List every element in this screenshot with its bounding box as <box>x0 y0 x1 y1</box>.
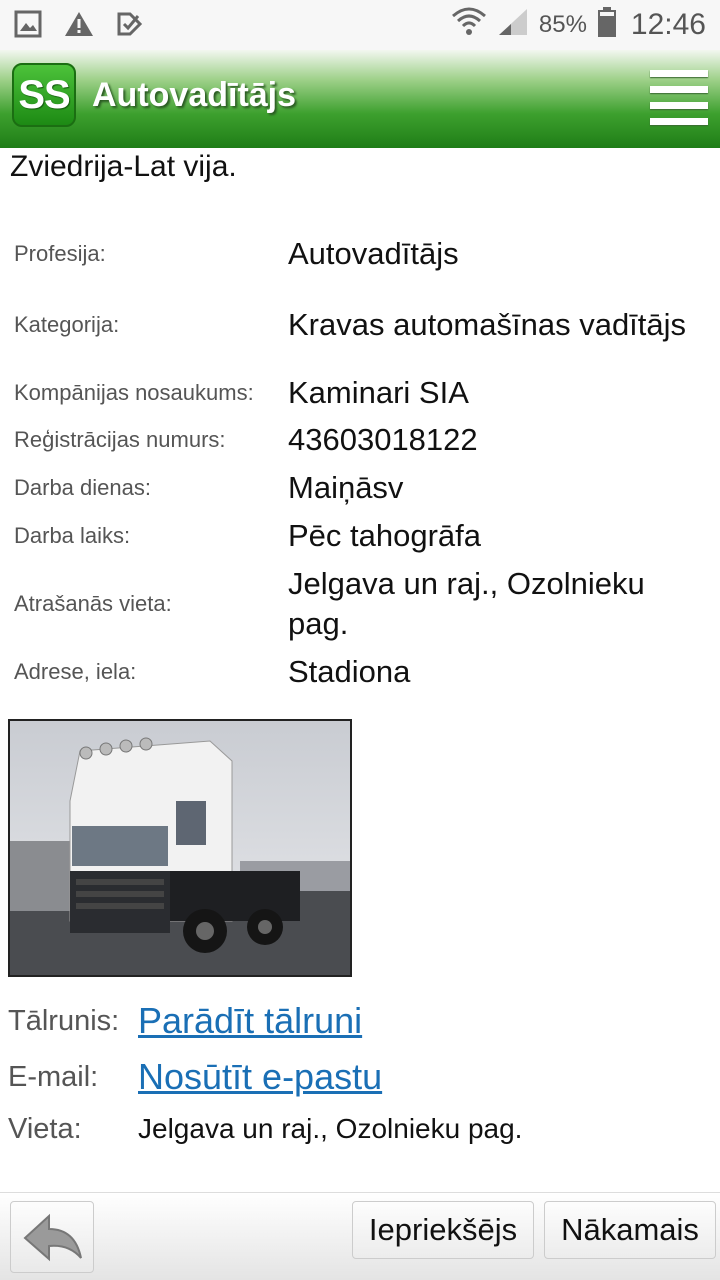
detail-value: 43603018122 <box>288 422 478 457</box>
battery-icon <box>597 6 617 43</box>
detail-row-registration: Reģistrācijas numurs: 43603018122 <box>0 416 720 464</box>
detail-label: Atrašanās vieta: <box>14 591 172 616</box>
task-check-icon <box>116 10 144 43</box>
detail-value: Kaminari SIA <box>288 375 469 410</box>
send-email-link[interactable]: Nosūtīt e-pastu <box>138 1056 382 1098</box>
detail-value: Kravas automašīnas vadītājs <box>288 307 687 342</box>
detail-label: Profesija: <box>14 241 106 266</box>
detail-row-address: Adrese, iela: Stadiona <box>0 648 720 696</box>
details-table: Profesija: Autovadītājs Kategorija: Krav… <box>0 228 720 696</box>
back-button[interactable] <box>10 1201 94 1273</box>
detail-row-location: Atrašanās vieta: Jelgava un raj., Ozolni… <box>0 560 720 648</box>
detail-row-worktime: Darba laiks: Pēc tahogrāfa <box>0 512 720 560</box>
back-arrow-icon <box>11 1213 93 1276</box>
detail-value: Pēc tahogrāfa <box>288 518 482 553</box>
email-label: E-mail: <box>8 1060 99 1093</box>
place-value: Jelgava un raj., Ozolnieku pag. <box>138 1113 523 1144</box>
app-bar: SS Autovadītājs <box>0 50 720 148</box>
app-logo[interactable]: SS <box>12 63 76 127</box>
detail-label: Kategorija: <box>14 312 120 337</box>
next-button[interactable]: Nākamais <box>544 1201 716 1259</box>
phone-row: Tālrunis: Parādīt tālruni <box>8 998 720 1044</box>
route-heading: Zviedrija-Lat vija. <box>10 150 237 183</box>
battery-percent: 85% <box>538 10 587 38</box>
place-label: Vieta: <box>8 1112 82 1145</box>
signal-icon <box>497 7 529 42</box>
wifi-icon <box>451 6 487 43</box>
detail-value: Autovadītājs <box>288 236 459 271</box>
clock: 12:46 <box>630 7 706 41</box>
previous-button[interactable]: Iepriekšējs <box>352 1201 534 1259</box>
warning-icon <box>64 10 94 43</box>
detail-value: Maiņāsv <box>288 470 404 505</box>
place-row: Vieta: Jelgava un raj., Ozolnieku pag. <box>8 1108 720 1150</box>
page-title: Autovadītājs <box>92 76 297 114</box>
detail-row-workdays: Darba dienas: Maiņāsv <box>0 464 720 512</box>
phone-label: Tālrunis: <box>8 1004 120 1037</box>
detail-row-profession: Profesija: Autovadītājs <box>0 228 720 280</box>
detail-value: Jelgava un raj., Ozolnieku pag. <box>288 566 645 641</box>
gallery-icon <box>14 10 42 43</box>
detail-row-category: Kategorija: Kravas automašīnas vadītājs <box>0 280 720 370</box>
detail-value: Stadiona <box>288 654 411 689</box>
status-bar: 85% 12:46 <box>0 0 720 50</box>
detail-label: Kompānijas nosaukums: <box>14 380 254 405</box>
show-phone-link[interactable]: Parādīt tālruni <box>138 1000 362 1042</box>
email-row: E-mail: Nosūtīt e-pastu <box>8 1054 720 1100</box>
bottom-nav-bar: Iepriekšējs Nākamais <box>0 1192 720 1280</box>
truck-photo[interactable] <box>8 719 352 977</box>
detail-row-company: Kompānijas nosaukums: Kaminari SIA <box>0 370 720 416</box>
detail-label: Adrese, iela: <box>14 659 137 684</box>
hamburger-menu-icon[interactable] <box>650 70 708 125</box>
detail-label: Reģistrācijas numurs: <box>14 427 226 452</box>
detail-label: Darba dienas: <box>14 475 151 500</box>
detail-label: Darba laiks: <box>14 523 131 548</box>
